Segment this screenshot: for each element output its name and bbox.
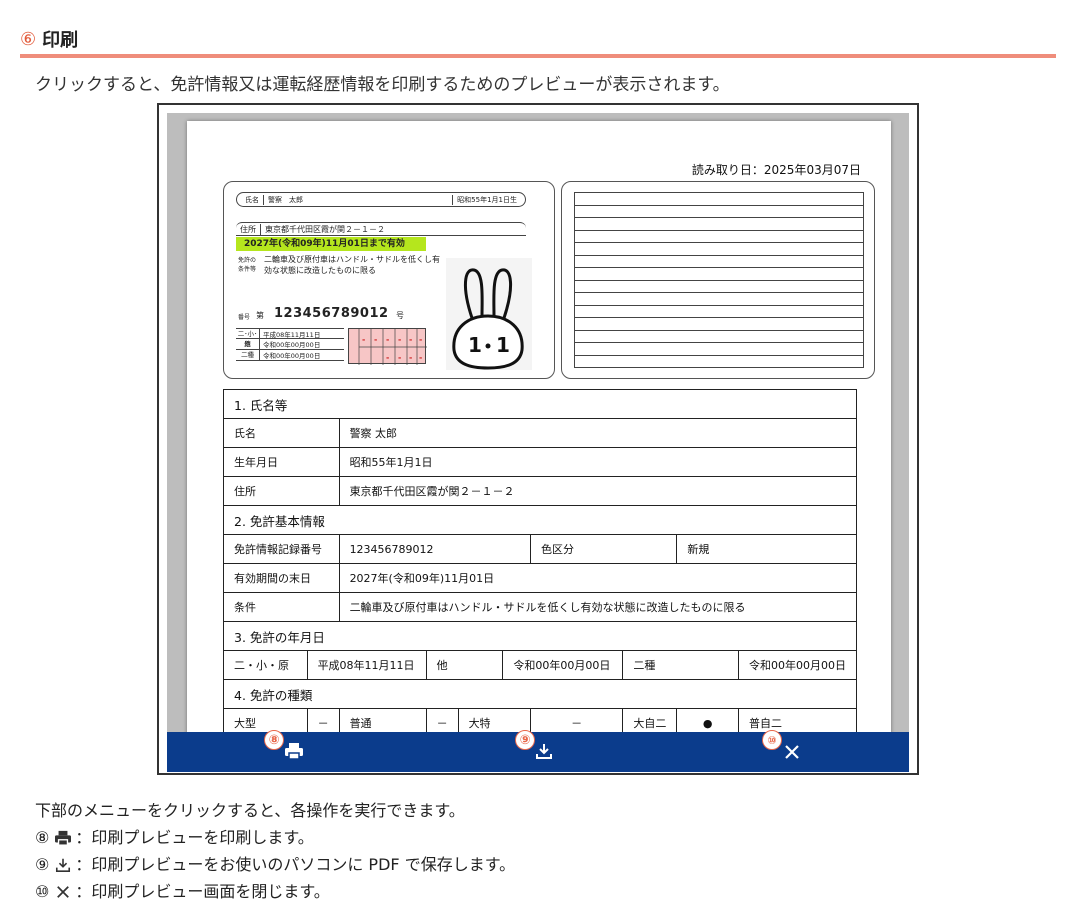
svg-text:-: - (386, 335, 389, 344)
row-value: 令和00年00月00日 (737, 650, 858, 680)
intro-text: クリックすると、免許情報又は運転経歴情報を印刷するためのプレビューが表示されます… (35, 75, 730, 95)
section-header: ⑥ 印刷 (20, 24, 1056, 58)
footer-item-download: ⑨ ：印刷プレビューをお使いのパソコンに PDF で保存します。 (35, 851, 515, 878)
card-date-row: 二･小･原 平成08年11月11日 (236, 328, 344, 348)
close-icon (53, 883, 73, 901)
footer-item-close: ⑩ ：印刷プレビュー画面を閉じます。 (35, 878, 515, 905)
preview-page: 読み取り日：2025年03月07日 氏名 警察 太郎 昭和55年1月1日生 住所… (187, 121, 891, 761)
card-expiry: 2027年(令和09年)11月01日まで有効 (236, 237, 426, 251)
download-icon (53, 856, 73, 874)
svg-text:-: - (419, 353, 422, 362)
row-value: 東京都千代田区霞が関２－１－２ (338, 476, 858, 506)
row-label: 氏名 (223, 418, 340, 448)
section-title: 印刷 (42, 30, 79, 51)
row-value: 123456789012 (338, 534, 531, 564)
license-card-front: 氏名 警察 太郎 昭和55年1月1日生 住所 東京都千代田区霞が関２－１－２ 2… (223, 181, 555, 379)
svg-text:-: - (398, 335, 401, 344)
section-number: ⑥ (20, 28, 37, 50)
card-number-label: 番号 (238, 314, 251, 321)
svg-text:-: - (409, 335, 412, 344)
preview-menu-bar: ⑧ ⑨ ⑩ (167, 730, 909, 772)
callout-badge: ⑨ (515, 730, 535, 750)
card-date-value: 平成08年11月11日 (263, 330, 321, 339)
card-name-label: 氏名 (241, 194, 264, 205)
footer-text: ：印刷プレビュー画面を閉じます。 (75, 882, 330, 901)
row-label: 二・小・原 (223, 650, 308, 680)
section-heading: 3. 免許の年月日 (223, 621, 857, 651)
section-heading: 4. 免許の種類 (223, 679, 857, 709)
license-info-table: 1. 氏名等 氏名 警察 太郎 生年月日 昭和55年1月1日 住所 東京都千代田… (223, 389, 858, 738)
callout-badge: ⑩ (762, 730, 782, 750)
row-value: 新規 (676, 534, 857, 564)
printer-icon (285, 743, 303, 760)
card-number-prefix: 第 (256, 311, 264, 320)
row-label: 免許情報記録番号 (223, 534, 340, 564)
card-birth: 昭和55年1月1日生 (452, 194, 525, 205)
print-button[interactable]: ⑧ (262, 730, 322, 772)
row-value: 警察 太郎 (338, 418, 858, 448)
footer-text: ：印刷プレビューを印刷します。 (75, 828, 314, 847)
preview-screenshot-frame: 読み取り日：2025年03月07日 氏名 警察 太郎 昭和55年1月1日生 住所… (157, 103, 919, 775)
row-label: 有効期間の末日 (223, 563, 340, 593)
callout-badge: ⑧ (264, 730, 284, 750)
card-date-value: 令和00年00月00日 (263, 341, 321, 349)
card-conditions: 二輪車及び原付車はハンドル・サドルを低くし有効な状態に改造したものに限る (264, 255, 440, 275)
printer-icon (53, 829, 73, 847)
rabbit-mascot-icon: 1 1 (446, 258, 532, 370)
svg-text:-: - (409, 353, 412, 362)
card-date-list: 二･小･原 平成08年11月11日 他 令和00年00月00日 二種 令和00年… (236, 328, 344, 361)
card-date-value: 令和00年00月00日 (263, 352, 321, 360)
row-value: 2027年(令和09年)11月01日 (338, 563, 858, 593)
svg-text:-: - (419, 335, 422, 344)
card-license-type-grid: ------ ---- (348, 328, 427, 365)
card-address: 東京都千代田区霞が関２－１－２ (265, 224, 385, 234)
row-label: 二種 (622, 650, 739, 680)
svg-text:1: 1 (496, 333, 510, 357)
footer-num: ⑧ (35, 828, 50, 847)
license-card-back (561, 181, 875, 379)
card-date-row: 二種 令和00年00月00日 (236, 350, 344, 361)
footer-text: ：印刷プレビューをお使いのパソコンに PDF で保存します。 (75, 855, 516, 874)
card-date-row: 他 令和00年00月00日 (236, 339, 344, 350)
section-heading: 1. 氏名等 (223, 389, 857, 419)
card-number-suffix: 号 (396, 311, 404, 320)
download-icon (536, 744, 552, 759)
card-date-label: 二種 (236, 350, 260, 360)
card-number: 123456789012 (274, 306, 389, 321)
read-date: 読み取り日：2025年03月07日 (691, 163, 861, 177)
row-label: 色区分 (529, 534, 678, 564)
close-preview-button[interactable]: ⑩ (760, 730, 820, 772)
svg-text:-: - (362, 335, 365, 344)
card-name-row: 氏名 警察 太郎 昭和55年1月1日生 (236, 192, 526, 207)
close-icon (785, 745, 799, 759)
svg-text:-: - (386, 353, 389, 362)
card-address-row: 住所 東京都千代田区霞が関２－１－２ (236, 222, 526, 236)
svg-text:-: - (398, 353, 401, 362)
row-label: 条件 (223, 592, 340, 622)
row-label: 生年月日 (223, 447, 340, 477)
section-heading: 2. 免許基本情報 (223, 505, 857, 535)
card-date-label: 他 (236, 339, 260, 349)
print-preview-viewer[interactable]: 読み取り日：2025年03月07日 氏名 警察 太郎 昭和55年1月1日生 住所… (167, 113, 909, 769)
svg-text:-: - (374, 335, 377, 344)
footer-lead: 下部のメニューをクリックすると、各操作を実行できます。 (35, 801, 465, 820)
row-value: 令和00年00月00日 (502, 650, 624, 680)
card-name: 警察 太郎 (268, 195, 303, 204)
row-value: 平成08年11月11日 (306, 650, 427, 680)
footer-num: ⑨ (35, 855, 50, 874)
footer-num: ⑩ (35, 882, 50, 901)
save-pdf-button[interactable]: ⑨ (513, 730, 573, 772)
card-date-label: 二･小･原 (236, 329, 260, 348)
card-address-label: 住所 (236, 223, 261, 235)
row-label: 他 (425, 650, 504, 680)
footer-item-print: ⑧ ：印刷プレビューを印刷します。 (35, 824, 515, 851)
card-back-ruled-area (574, 192, 864, 368)
card-conditions-label: 免許の条件等 (238, 257, 257, 273)
svg-text:1: 1 (468, 333, 482, 357)
row-label: 住所 (223, 476, 340, 506)
row-value: 昭和55年1月1日 (338, 447, 858, 477)
footer-description: 下部のメニューをクリックすると、各操作を実行できます。 ⑧ ：印刷プレビューを印… (35, 797, 515, 905)
row-value: 二輪車及び原付車はハンドル・サドルを低くし有効な状態に改造したものに限る (338, 592, 858, 622)
